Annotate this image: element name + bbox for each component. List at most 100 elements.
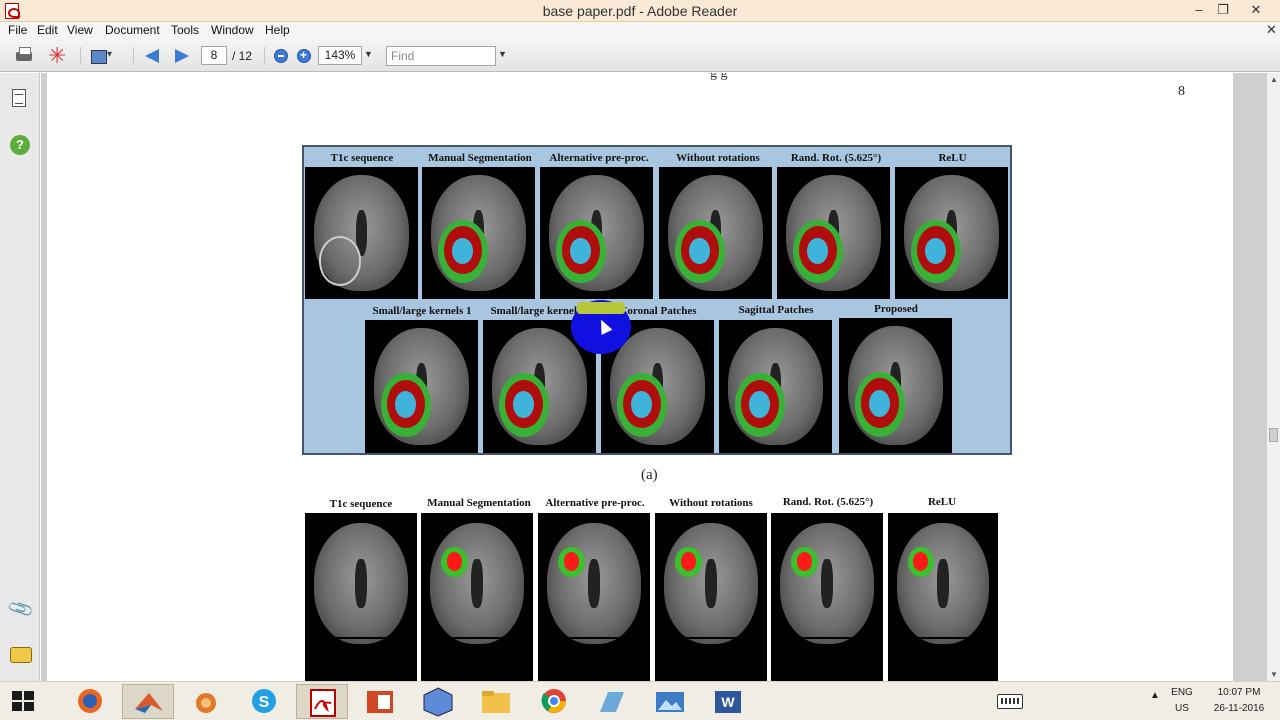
- share-icon[interactable]: [89, 45, 112, 67]
- collaborate-icon[interactable]: [47, 43, 69, 69]
- powerpoint-icon: [367, 691, 393, 713]
- brain-scan-segmentation: [659, 167, 772, 299]
- show-hidden-icons-icon[interactable]: ▲: [1150, 690, 1160, 701]
- figure-b-label: Rand. Rot. (5.625°): [782, 496, 874, 508]
- window-title: base paper.pdf - Adobe Reader: [542, 3, 738, 19]
- toolbar-separator: [133, 47, 134, 65]
- brain-scan-segmentation: [540, 167, 653, 299]
- figure-a-label: Manual Segmentation: [428, 152, 532, 164]
- skype-taskbar-button[interactable]: S: [238, 684, 290, 719]
- photo-viewer-taskbar-button[interactable]: [644, 684, 696, 719]
- brain-scan-segmentation: [771, 513, 883, 681]
- zoom-in-icon[interactable]: [297, 48, 311, 63]
- brain-scan-segmentation: [365, 320, 478, 453]
- brain-scan-segmentation: [888, 513, 998, 681]
- pdf-page: g g 8 T1c sequence Manual Segmentation A…: [47, 73, 1233, 681]
- brain-scan-segmentation: [895, 167, 1008, 299]
- figure-a-label: Proposed: [874, 303, 918, 315]
- figure-a-label: Alternative pre-proc.: [549, 152, 649, 164]
- page-number-label: 8: [1178, 84, 1185, 99]
- scrollbar-thumb[interactable]: [1269, 428, 1278, 442]
- brain-scan-segmentation: [655, 513, 767, 681]
- comments-icon[interactable]: [10, 647, 32, 663]
- paw-icon: [196, 693, 216, 713]
- brain-scan-t1c: [305, 513, 417, 681]
- language-indicator[interactable]: ENG: [1170, 687, 1194, 698]
- menu-document[interactable]: Document: [105, 23, 160, 37]
- brain-scan-segmentation: [421, 513, 533, 681]
- close-document-icon[interactable]: ✕: [1266, 22, 1277, 38]
- close-button[interactable]: ✕: [1236, 0, 1276, 20]
- attachments-icon[interactable]: 📎: [6, 595, 36, 624]
- menu-help[interactable]: Help: [265, 23, 290, 37]
- print-icon[interactable]: [13, 45, 35, 67]
- vertical-scrollbar[interactable]: ▲ ▼: [1266, 73, 1280, 681]
- previous-page-icon[interactable]: [142, 45, 164, 67]
- virtualbox-taskbar-button[interactable]: [412, 684, 464, 719]
- figure-b-label: ReLU: [927, 496, 957, 508]
- svg-text:W: W: [721, 694, 735, 710]
- svg-text:S: S: [259, 694, 270, 711]
- app-taskbar-button[interactable]: [180, 684, 232, 719]
- clock-date[interactable]: 26-11-2016: [1206, 703, 1272, 714]
- figure-a-label: Rand. Rot. (5.625°): [790, 152, 882, 164]
- virtualbox-icon: [423, 687, 453, 717]
- matlab-icon: [135, 693, 163, 713]
- figure-b-label: Manual Segmentation: [427, 497, 531, 509]
- figure-a-label: T1c sequence: [330, 152, 394, 164]
- page-thumbnails-icon[interactable]: [12, 89, 26, 107]
- powerpoint-taskbar-button[interactable]: [354, 684, 406, 719]
- brain-scan-proposed: [839, 318, 952, 453]
- app-taskbar-button[interactable]: [586, 684, 638, 719]
- figure-a: T1c sequence Manual Segmentation Alterna…: [302, 145, 1012, 455]
- text-fragment: g g: [710, 73, 728, 81]
- menu-window[interactable]: Window: [211, 23, 254, 37]
- next-page-icon[interactable]: [170, 45, 192, 67]
- zoom-out-icon[interactable]: [274, 49, 288, 63]
- touch-keyboard-icon[interactable]: [997, 694, 1023, 709]
- menu-tools[interactable]: Tools: [171, 23, 199, 37]
- matlab-taskbar-button[interactable]: [122, 684, 174, 719]
- adobe-reader-taskbar-button[interactable]: [296, 684, 348, 719]
- file-explorer-taskbar-button[interactable]: [470, 684, 522, 719]
- document-viewport[interactable]: g g 8 T1c sequence Manual Segmentation A…: [41, 73, 1266, 681]
- language-region[interactable]: US: [1170, 703, 1194, 714]
- windows-start-icon[interactable]: [12, 691, 36, 713]
- menu-view[interactable]: View: [67, 23, 93, 37]
- zoom-level-input[interactable]: 143%: [318, 46, 362, 65]
- figure-a-label: Sagittal Patches: [738, 304, 814, 316]
- photo-viewer-icon: [656, 692, 684, 712]
- word-icon: W: [715, 691, 741, 713]
- brain-scan-segmentation: [422, 167, 535, 299]
- scroll-up-icon[interactable]: ▲: [1270, 75, 1278, 84]
- page-total: / 12: [232, 49, 253, 63]
- zoom-dropdown-icon[interactable]: ▼: [364, 49, 373, 59]
- firefox-icon: [78, 689, 102, 713]
- adobe-reader-icon: [310, 689, 336, 717]
- figure-b-label: Without rotations: [669, 497, 753, 509]
- figure-b-label: Alternative pre-proc.: [545, 497, 645, 509]
- menu-edit[interactable]: Edit: [37, 23, 58, 37]
- figure-a-label: Without rotations: [676, 152, 760, 164]
- toolbar-separator: [264, 47, 265, 65]
- minimize-button[interactable]: –: [1188, 0, 1210, 20]
- firefox-taskbar-button[interactable]: [64, 684, 116, 719]
- figure-a-caption: (a): [641, 467, 658, 483]
- brain-scan-segmentation: [538, 513, 650, 681]
- scroll-down-icon[interactable]: ▼: [1270, 670, 1278, 679]
- brain-scan-t1c: [305, 167, 418, 299]
- find-input[interactable]: Find: [386, 46, 496, 66]
- restore-button[interactable]: ❐: [1212, 0, 1234, 20]
- clock-time[interactable]: 10:07 PM: [1206, 687, 1272, 698]
- find-dropdown-icon[interactable]: ▼: [498, 49, 507, 59]
- word-taskbar-button[interactable]: W: [702, 684, 754, 719]
- help-icon[interactable]: ?: [10, 135, 30, 155]
- app-blue-icon: [600, 692, 624, 712]
- toolbar: 8 / 12 143% ▼ Find ▼: [0, 40, 1280, 72]
- chrome-taskbar-button[interactable]: [528, 684, 580, 719]
- menu-file[interactable]: File: [8, 23, 27, 37]
- figure-a-label: Small/large kernels 1: [372, 305, 472, 317]
- page-number-input[interactable]: 8: [201, 46, 227, 65]
- folder-icon: [482, 691, 510, 713]
- menu-bar: File Edit View Document Tools Window Hel…: [0, 22, 1280, 40]
